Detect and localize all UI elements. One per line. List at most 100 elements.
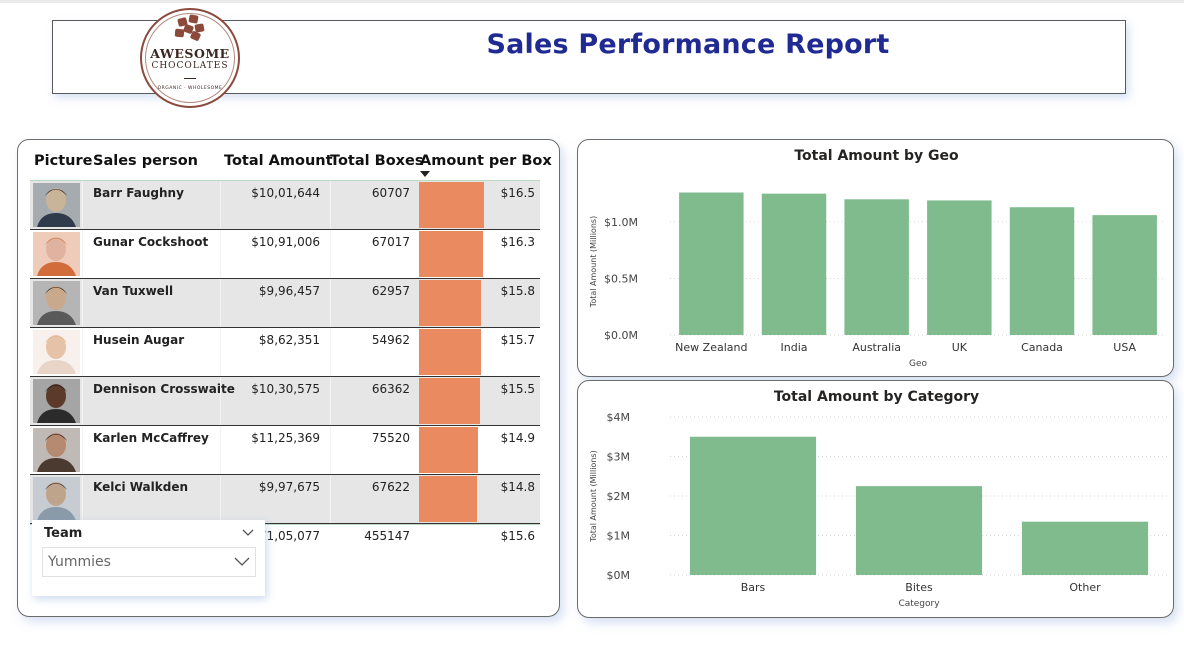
logo-subtitle: CHOCOLATES — [151, 61, 229, 71]
geo-x-tick-label: Australia — [852, 341, 901, 354]
total-amount-per-box-value: $15.6 — [500, 529, 535, 543]
geo-y-tick-label: $0.5M — [604, 272, 638, 285]
category-y-axis-title: Total Amount (Millions) — [589, 450, 598, 542]
category-x-tick-label: Other — [1069, 581, 1101, 594]
amount-per-box-databar — [419, 427, 478, 473]
category-y-tick-label: $4M — [607, 411, 631, 424]
salesperson-name: Barr Faughny — [93, 186, 184, 200]
sort-descending-icon[interactable] — [420, 171, 430, 177]
total-amount-cell: $11,25,369 — [251, 431, 320, 445]
category-chart-card: Total Amount by Category $0M $1M $2M $3M $4M… — [577, 380, 1174, 618]
total-amount-cell: $9,96,457 — [258, 284, 320, 298]
geo-bar — [1092, 215, 1157, 335]
category-x-tick-label: Bites — [905, 581, 933, 594]
column-separator — [82, 230, 83, 278]
table-row[interactable]: Kelci Walkden $9,97,675 67622 $14.8 — [30, 475, 540, 524]
column-separator — [82, 181, 83, 229]
total-amount-cell: $10,91,006 — [251, 235, 320, 249]
salesperson-photo — [33, 183, 80, 227]
amount-per-box-databar — [419, 476, 478, 522]
category-bar — [855, 486, 983, 575]
geo-bar — [927, 200, 992, 335]
slicer-title: Team — [44, 526, 83, 541]
table-row[interactable]: Dennison Crosswaite $10,30,575 66362 $15.5 — [30, 377, 540, 426]
geo-y-axis-title: Total Amount (Millions) — [589, 216, 598, 308]
total-amount-cell: $10,30,575 — [251, 382, 320, 396]
total-amount-cell: $9,97,675 — [258, 480, 320, 494]
chevron-down-icon[interactable] — [242, 528, 254, 538]
category-bar — [1021, 521, 1149, 575]
salesperson-photo — [33, 428, 80, 472]
total-amount-cell: $8,62,351 — [258, 333, 320, 347]
category-y-tick-label: $0M — [607, 569, 631, 582]
logo-tagline: ORGANIC · WHOLESOME — [157, 86, 223, 91]
salesperson-name: Husein Augar — [93, 333, 185, 347]
amount-per-box-cell: $15.8 — [500, 284, 535, 298]
category-y-tick-label: $2M — [607, 490, 631, 503]
chevron-down-icon[interactable] — [234, 557, 250, 567]
salesperson-name: Karlen McCaffrey — [93, 431, 209, 445]
column-header-sales-person[interactable]: Sales person — [93, 153, 198, 169]
amount-per-box-cell: $14.8 — [500, 480, 535, 494]
table-row[interactable]: Barr Faughny $10,01,644 60707 $16.5 — [30, 181, 540, 230]
total-boxes-cell: 75520 — [371, 431, 410, 445]
geo-bar — [761, 193, 827, 335]
category-y-tick-label: $3M — [607, 451, 631, 464]
column-header-picture[interactable]: Picture — [34, 153, 92, 169]
amount-per-box-cell: $14.9 — [500, 431, 535, 445]
total-amount-cell: $10,01,644 — [251, 186, 320, 200]
category-bar — [689, 436, 817, 575]
chocolate-piece-icon — [174, 28, 185, 38]
column-separator — [82, 279, 83, 327]
geo-x-tick-label: UK — [952, 341, 968, 354]
total-boxes-cell: 67017 — [371, 235, 410, 249]
total-boxes-cell: 62957 — [371, 284, 410, 298]
geo-x-axis-title: Geo — [909, 359, 928, 369]
salesperson-photo — [33, 330, 80, 374]
amount-per-box-cell: $16.5 — [500, 186, 535, 200]
salesperson-name: Van Tuxwell — [93, 284, 174, 298]
table-row[interactable]: Van Tuxwell $9,96,457 62957 $15.8 — [30, 279, 540, 328]
geo-y-tick-label: $1.0M — [604, 216, 638, 229]
amount-per-box-cell: $16.3 — [500, 235, 535, 249]
geo-bar-chart: $0.0M $0.5M $1.0M New Zealand India Australia… — [589, 192, 1166, 369]
column-header-total-amount[interactable]: Total Amount — [224, 153, 333, 169]
column-header-amount-per-box[interactable]: Amount per Box — [420, 153, 552, 169]
column-separator — [82, 426, 83, 474]
chocolate-piece-icon — [188, 14, 199, 24]
total-boxes-value: 455147 — [364, 529, 410, 543]
total-boxes-cell: 60707 — [371, 186, 410, 200]
column-separator — [82, 475, 83, 523]
team-dropdown[interactable]: Yummies — [42, 547, 256, 577]
logo-divider — [184, 78, 196, 79]
salesperson-name: Gunar Cockshoot — [93, 235, 209, 249]
page-title: Sales Performance Report — [486, 29, 890, 60]
category-bar-chart: $0M $1M $2M $3M $4M Bars Bites Other Category Tot… — [589, 411, 1168, 609]
category-x-tick-label: Bars — [741, 581, 766, 594]
team-dropdown-value: Yummies — [48, 554, 111, 570]
geo-chart-card: Total Amount by Geo $0.0M $0.5M $1.0M New Z… — [577, 139, 1174, 377]
geo-x-tick-label: Canada — [1021, 341, 1063, 354]
column-separator — [82, 328, 83, 376]
total-boxes-cell: 54962 — [371, 333, 410, 347]
category-y-tick-label: $1M — [607, 530, 631, 543]
geo-x-tick-label: USA — [1113, 341, 1136, 354]
category-x-axis-title: Category — [898, 599, 940, 609]
report-page: Sales Performance Report AWESOME CHOCOLA… — [0, 0, 1184, 666]
geo-y-tick-label: $0.0M — [604, 329, 638, 342]
salesperson-photo — [33, 477, 80, 521]
team-slicer: Team Yummies — [32, 520, 265, 596]
salesperson-photo — [33, 281, 80, 325]
company-logo: AWESOME CHOCOLATES ORGANIC · WHOLESOME — [140, 8, 240, 108]
column-header-total-boxes[interactable]: Total Boxes — [330, 153, 424, 169]
amount-per-box-cell: $15.5 — [500, 382, 535, 396]
geo-bar — [679, 192, 744, 335]
salesperson-photo — [33, 232, 80, 276]
table-row[interactable]: Karlen McCaffrey $11,25,369 75520 $14.9 — [30, 426, 540, 475]
table-row[interactable]: Husein Augar $8,62,351 54962 $15.7 — [30, 328, 540, 377]
total-boxes-cell: 67622 — [371, 480, 410, 494]
table-row[interactable]: Gunar Cockshoot $10,91,006 67017 $16.3 — [30, 230, 540, 279]
amount-per-box-cell: $15.7 — [500, 333, 535, 347]
salesperson-name: Dennison Crosswaite — [93, 382, 235, 396]
geo-x-tick-label: New Zealand — [675, 341, 747, 354]
